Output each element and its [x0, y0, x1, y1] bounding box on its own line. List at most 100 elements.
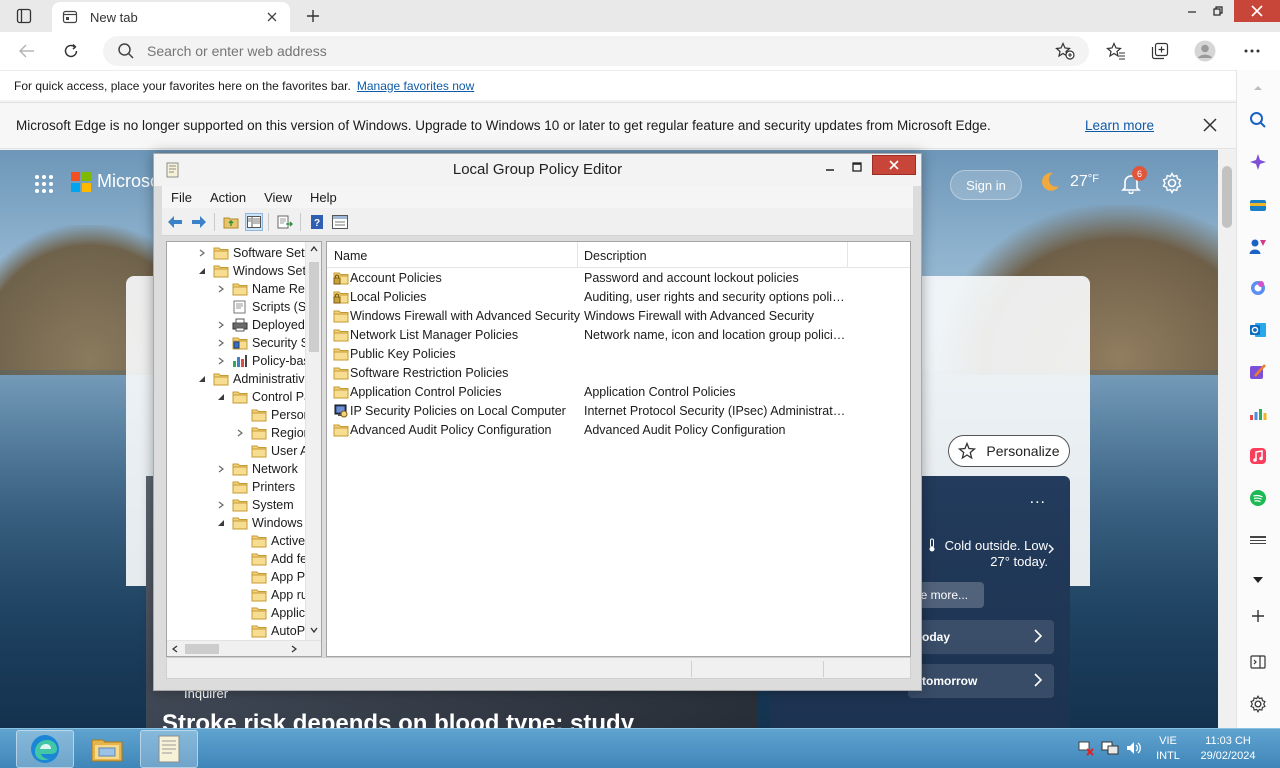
tree-collapse-icon[interactable] — [197, 266, 207, 276]
tree-expand-icon[interactable] — [216, 284, 226, 294]
policy-list-item[interactable]: Account Policies Password and account loc… — [327, 269, 910, 288]
console-tree[interactable]: Software Setti Windows Sett Name Res Script… — [166, 241, 322, 657]
tree-node[interactable]: Windows C — [216, 514, 315, 532]
profile-avatar-icon[interactable] — [1194, 40, 1216, 62]
tree-node[interactable]: User A — [235, 442, 309, 460]
tree-node[interactable]: Region — [235, 424, 311, 442]
weather-widget[interactable]: 27 °F — [1038, 170, 1099, 194]
tree-node[interactable]: Policy-bas — [216, 352, 310, 370]
tab-close-icon[interactable] — [264, 9, 280, 25]
properties-view-icon[interactable] — [331, 213, 349, 231]
input-language[interactable]: VIE INTL — [1150, 734, 1186, 764]
back-arrow-icon[interactable] — [166, 213, 184, 231]
policy-list-item[interactable]: Public Key Policies — [327, 345, 910, 364]
sidebar-expand-icon[interactable] — [1248, 570, 1268, 590]
weather-chevron-icon[interactable] — [1048, 544, 1054, 554]
sign-in-button[interactable]: Sign in — [950, 170, 1022, 200]
tree-node[interactable]: Person — [235, 406, 311, 424]
tree-scroll-right-icon[interactable] — [291, 645, 297, 653]
tree-expand-icon[interactable] — [216, 320, 226, 330]
infobar-close-icon[interactable] — [1202, 117, 1218, 133]
menu-file[interactable]: File — [162, 190, 201, 205]
column-header-description[interactable]: Description — [584, 249, 647, 263]
sidebar-office-icon[interactable] — [1248, 278, 1268, 298]
tree-node[interactable]: Control Pa — [216, 388, 311, 406]
tray-volume-icon[interactable] — [1125, 740, 1143, 756]
tree-node[interactable]: Name Res — [216, 280, 311, 298]
notifications-bell-icon[interactable]: 6 — [1120, 166, 1147, 194]
tree-collapse-icon[interactable] — [216, 392, 226, 402]
tree-node[interactable]: Network — [216, 460, 298, 478]
sidebar-copilot-icon[interactable] — [1248, 152, 1268, 172]
tree-hscroll-thumb[interactable] — [185, 644, 219, 654]
address-input[interactable] — [147, 43, 1027, 59]
tray-network-warning-icon[interactable] — [1077, 740, 1095, 756]
policy-list-item[interactable]: Local Policies Auditing, user rights and … — [327, 288, 910, 307]
tree-node[interactable]: Deployed — [216, 316, 305, 334]
show-hide-tree-icon[interactable] — [245, 213, 263, 231]
sidebar-outlook-icon[interactable] — [1248, 320, 1268, 340]
manage-favorites-link[interactable]: Manage favorites now — [357, 79, 474, 93]
page-settings-gear-icon[interactable] — [1161, 172, 1183, 194]
sidebar-shopping-icon[interactable] — [1248, 194, 1268, 214]
policy-list-item[interactable]: Windows Firewall with Advanced Security W… — [327, 307, 910, 326]
news-headline[interactable]: Stroke risk depends on blood type: study — [162, 710, 634, 728]
sidebar-spotify-icon[interactable] — [1248, 488, 1268, 508]
policy-list-item[interactable]: Advanced Audit Policy Configuration Advan… — [327, 421, 910, 440]
refresh-icon[interactable] — [58, 39, 84, 63]
tree-node[interactable]: System — [216, 496, 294, 514]
tree-node[interactable]: Applic — [235, 604, 305, 622]
tree-scroll-left-icon[interactable] — [172, 645, 178, 653]
details-list[interactable]: Name Description Account Policies Passwor… — [326, 241, 911, 657]
close-window-icon[interactable] — [1234, 0, 1280, 22]
collections-icon[interactable] — [1149, 40, 1171, 62]
new-tab-button[interactable] — [302, 5, 324, 27]
tree-node[interactable]: Scripts (Sta — [216, 298, 317, 316]
column-header-name[interactable]: Name — [334, 249, 367, 263]
tree-node[interactable]: ActiveX — [235, 532, 313, 550]
tree-expand-icon[interactable] — [216, 500, 226, 510]
column-divider[interactable] — [847, 242, 848, 268]
sidebar-music-icon[interactable] — [1248, 446, 1268, 466]
learn-more-link[interactable]: Learn more — [1085, 118, 1154, 133]
tree-node[interactable]: Software Setti — [197, 244, 311, 262]
back-icon[interactable] — [14, 39, 40, 63]
taskbar-gpedit-icon[interactable] — [140, 730, 198, 768]
page-scrollbar[interactable] — [1218, 150, 1236, 728]
policy-list-item[interactable]: Software Restriction Policies — [327, 364, 910, 383]
weather-tomorrow-row[interactable]: tomorrow — [908, 664, 1054, 698]
gpe-minimize-icon[interactable] — [819, 158, 841, 176]
sidebar-scroll-up-icon[interactable] — [1248, 78, 1268, 98]
menu-help[interactable]: Help — [301, 190, 346, 205]
taskbar-explorer-icon[interactable] — [78, 730, 136, 768]
tree-vertical-scrollbar[interactable] — [305, 242, 321, 642]
tab-new-tab[interactable]: New tab — [52, 2, 290, 32]
menu-action[interactable]: Action — [201, 190, 255, 205]
tree-expand-icon[interactable] — [197, 248, 207, 258]
tree-node[interactable]: App ru — [235, 586, 308, 604]
settings-more-icon[interactable] — [1241, 40, 1263, 62]
sidebar-people-icon[interactable] — [1248, 236, 1268, 256]
sidebar-add-icon[interactable] — [1248, 606, 1268, 626]
tree-node[interactable]: Administrative — [197, 370, 312, 388]
add-favorite-icon[interactable] — [1055, 42, 1075, 60]
tree-node[interactable]: Security Se — [216, 334, 316, 352]
column-divider[interactable] — [577, 242, 578, 268]
tree-expand-icon[interactable] — [235, 428, 245, 438]
sidebar-settings-icon[interactable] — [1248, 694, 1268, 714]
favorites-icon[interactable] — [1105, 40, 1127, 62]
policy-list-item[interactable]: IP Security Policies on Local Computer In… — [327, 402, 910, 421]
gpe-close-icon[interactable] — [872, 155, 916, 175]
tree-horizontal-scrollbar[interactable] — [167, 640, 321, 656]
policy-list-item[interactable]: Application Control Policies Application … — [327, 383, 910, 402]
personalize-button[interactable]: Personalize — [948, 435, 1070, 467]
sidebar-chart-icon[interactable] — [1248, 404, 1268, 424]
taskbar-edge-icon[interactable] — [16, 730, 74, 768]
tab-actions-icon[interactable] — [8, 5, 40, 27]
tree-expand-icon[interactable] — [216, 338, 226, 348]
tree-node[interactable]: AutoPl — [235, 622, 308, 640]
sidebar-search-icon[interactable] — [1248, 110, 1268, 130]
gpe-titlebar[interactable]: Local Group Policy Editor — [154, 154, 921, 186]
page-scrollbar-thumb[interactable] — [1222, 166, 1232, 228]
tree-node[interactable]: Add fe — [235, 550, 307, 568]
